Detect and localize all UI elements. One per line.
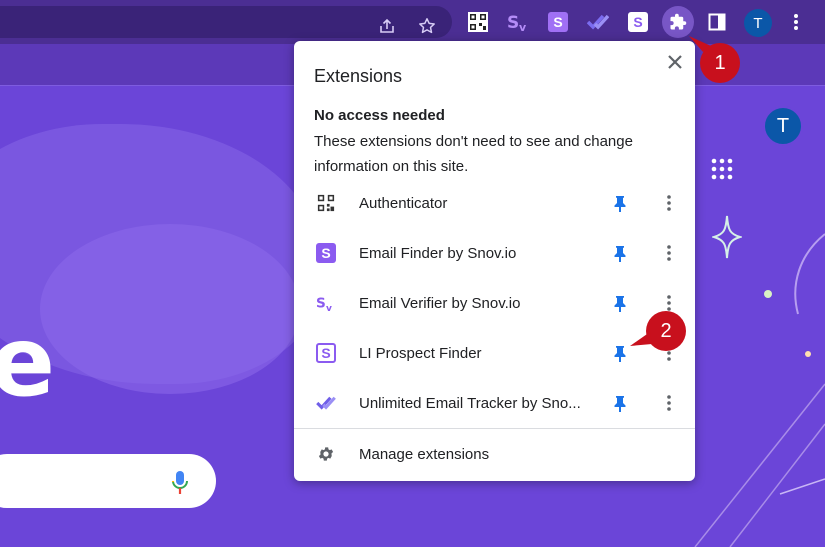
pin-icon[interactable] xyxy=(611,193,629,213)
close-icon[interactable] xyxy=(664,51,686,73)
extension-row-email-verifier[interactable]: Sv Email Verifier by Snov.io xyxy=(294,278,695,328)
extension-row-email-tracker[interactable]: Unlimited Email Tracker by Sno... xyxy=(294,378,695,428)
popup-title: Extensions xyxy=(314,66,403,86)
snov-sv-toolbar-icon[interactable]: Sv xyxy=(506,9,532,35)
extension-name: Authenticator xyxy=(359,194,448,212)
profile-avatar-toolbar[interactable]: T xyxy=(744,9,772,37)
section-description: These extensions don't need to see and c… xyxy=(314,133,633,175)
more-options-icon[interactable] xyxy=(661,192,677,214)
email-tracker-toolbar-icon[interactable] xyxy=(585,9,611,35)
google-apps-icon[interactable] xyxy=(711,158,733,180)
more-options-icon[interactable] xyxy=(661,392,677,414)
svg-text:v: v xyxy=(326,304,332,313)
side-panel-icon[interactable] xyxy=(705,10,729,34)
bookmark-star-icon[interactable] xyxy=(417,16,437,36)
google-account-avatar[interactable]: T xyxy=(763,106,803,146)
svg-text:S: S xyxy=(316,296,326,312)
background-cloud xyxy=(40,224,300,394)
snov-s-toolbar-icon[interactable]: S xyxy=(545,9,571,35)
voice-search-icon[interactable] xyxy=(170,470,190,496)
qr-code-icon xyxy=(316,193,336,213)
extension-name: LI Prospect Finder xyxy=(359,344,482,362)
more-options-icon[interactable] xyxy=(661,242,677,264)
extension-row-authenticator[interactable]: Authenticator xyxy=(294,178,695,228)
authenticator-toolbar-icon[interactable] xyxy=(465,9,491,35)
pin-icon[interactable] xyxy=(611,393,629,413)
callout-pointer xyxy=(689,36,711,52)
callout-marker-2: 2 xyxy=(646,311,686,351)
extensions-puzzle-button[interactable] xyxy=(662,6,694,38)
decorative-lines xyxy=(694,233,825,547)
chrome-menu-icon[interactable] xyxy=(786,10,806,34)
extension-row-email-finder[interactable]: S Email Finder by Snov.io xyxy=(294,228,695,278)
manage-extensions-label: Manage extensions xyxy=(359,445,490,463)
extension-name: Email Verifier by Snov.io xyxy=(359,294,521,312)
address-bar[interactable] xyxy=(0,6,452,38)
pin-icon[interactable] xyxy=(611,243,629,263)
li-prospect-toolbar-icon[interactable]: S xyxy=(625,9,651,35)
extensions-popup: Extensions No access needed These extens… xyxy=(294,41,695,481)
snov-s-icon: S xyxy=(316,243,336,263)
pin-icon[interactable] xyxy=(611,293,629,313)
svg-text:v: v xyxy=(519,21,527,33)
share-icon[interactable] xyxy=(377,16,397,36)
extension-name: Email Finder by Snov.io xyxy=(359,244,517,262)
svg-text:S: S xyxy=(507,13,519,33)
section-heading: No access needed xyxy=(314,107,445,124)
gear-icon xyxy=(316,444,336,464)
google-doodle-letter: e xyxy=(0,306,56,418)
callout-pointer xyxy=(630,332,652,346)
snov-s-outline-icon: S xyxy=(316,343,336,363)
divider xyxy=(294,428,695,429)
pin-icon[interactable] xyxy=(611,343,629,363)
manage-extensions-button[interactable]: Manage extensions xyxy=(294,433,695,475)
snov-sv-icon: Sv xyxy=(316,293,336,313)
double-check-icon xyxy=(316,393,336,413)
extension-name: Unlimited Email Tracker by Sno... xyxy=(359,394,581,412)
